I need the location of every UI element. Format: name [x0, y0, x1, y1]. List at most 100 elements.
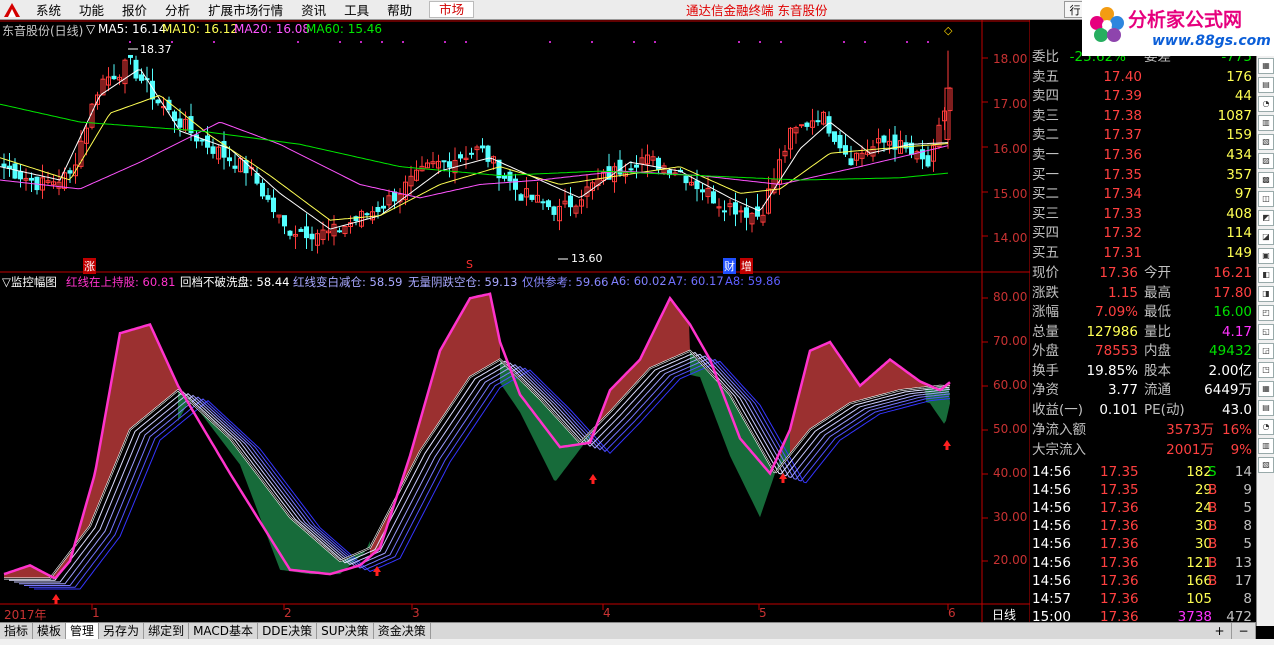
diamond-icon[interactable]: ◇	[944, 24, 952, 37]
candle-body	[628, 168, 634, 171]
order-book-row: 卖二 17.37 159	[1030, 126, 1254, 145]
zoom-in-button[interactable]: +	[1208, 623, 1232, 640]
tab-save-as[interactable]: 另存为	[99, 623, 145, 640]
tab-template[interactable]: 模板	[33, 623, 67, 640]
tick-time: 14:56	[1032, 482, 1071, 499]
candle-body	[155, 99, 161, 104]
low-price-annotation: 13.60	[571, 252, 603, 265]
tool-icon[interactable]: ◰	[1258, 305, 1274, 321]
tool-icon[interactable]: ◔	[1258, 419, 1274, 435]
zoom-out-button[interactable]: −	[1232, 623, 1256, 640]
stat-label: 净资	[1032, 382, 1059, 398]
signal-dot	[591, 41, 593, 43]
ind-tick: 40.00	[993, 466, 1028, 480]
tool-icon[interactable]: ▥	[1258, 115, 1274, 131]
tool-icon[interactable]: ▤	[1258, 400, 1274, 416]
order-price: 17.32	[1103, 225, 1142, 242]
period-button[interactable]: 日线	[992, 606, 1016, 623]
candle-body	[441, 160, 447, 163]
tick-count: 8	[1243, 590, 1252, 607]
ma60-label: MA60: 15.46	[306, 22, 383, 36]
tab-dde[interactable]: DDE决策	[258, 623, 318, 640]
menu-extended-market[interactable]: 扩展市场行情	[199, 0, 292, 19]
menu-function[interactable]: 功能	[70, 0, 113, 19]
candle-body	[722, 210, 727, 213]
s-marker[interactable]: S	[466, 258, 473, 271]
tool-icon[interactable]: ▨	[1258, 153, 1274, 169]
tool-icon[interactable]: ▧	[1258, 457, 1274, 473]
chart-area[interactable]	[0, 20, 1030, 622]
order-volume: 434	[1226, 147, 1252, 163]
tool-icon[interactable]: ◨	[1258, 286, 1274, 302]
tool-icon[interactable]: ▥	[1258, 438, 1274, 454]
stat-label: 涨跌	[1032, 284, 1059, 301]
menu-news[interactable]: 资讯	[292, 0, 335, 19]
tick-time: 14:56	[1032, 464, 1071, 480]
candle-body	[683, 175, 689, 184]
candle-body	[804, 122, 810, 127]
candle-body	[287, 230, 293, 236]
price-tick: 17.00	[993, 97, 1028, 111]
tool-icon[interactable]: ▩	[1258, 172, 1274, 188]
tool-icon[interactable]: ▣	[1258, 248, 1274, 264]
menu-help[interactable]: 帮助	[378, 0, 421, 19]
tool-icon[interactable]: ◱	[1258, 324, 1274, 340]
indicator-menu-icon[interactable]: ▽	[2, 275, 11, 289]
time-month: 6	[948, 606, 956, 620]
tab-fund[interactable]: 资金决策	[374, 623, 431, 640]
tick-volume: 105	[1186, 590, 1212, 607]
tab-macd[interactable]: MACD基本	[189, 623, 259, 640]
candle-body	[568, 195, 573, 208]
tool-icon[interactable]: ◪	[1258, 229, 1274, 245]
order-price: 17.34	[1103, 186, 1142, 203]
order-price: 17.38	[1103, 107, 1142, 124]
tab-sup[interactable]: SUP决策	[317, 623, 374, 640]
candle-body	[210, 146, 216, 154]
tool-icon[interactable]: ◩	[1258, 210, 1274, 226]
menu-analysis[interactable]: 分析	[156, 0, 199, 19]
time-year: 2017年	[4, 608, 47, 622]
tool-icon[interactable]: ▦	[1258, 58, 1274, 74]
limit-up-marker[interactable]: 涨	[83, 258, 96, 274]
tick-price: 17.36	[1100, 590, 1139, 607]
tool-icon[interactable]: ◳	[1258, 362, 1274, 378]
time-month: 2	[284, 606, 292, 620]
tool-icon[interactable]: ▤	[1258, 77, 1274, 93]
order-volume: 97	[1234, 186, 1252, 203]
tool-icon[interactable]: ◫	[1258, 191, 1274, 207]
flow-value: 2001万	[1166, 441, 1214, 458]
order-label: 卖五	[1032, 68, 1059, 85]
tick-price: 17.35	[1100, 464, 1139, 480]
stat-row: 涨幅 7.09% 最低 16.00	[1030, 303, 1254, 322]
ma-line-ma10	[0, 95, 949, 221]
tool-icon[interactable]: ▧	[1258, 134, 1274, 150]
menu-system[interactable]: 系统	[27, 0, 70, 19]
flow-percent: 16%	[1221, 422, 1252, 438]
finance-marker[interactable]: 财	[723, 258, 736, 274]
order-book-row: 买一 17.35 357	[1030, 166, 1254, 185]
ma-menu-icon[interactable]: ▽	[86, 22, 95, 36]
tool-icon[interactable]: ◲	[1258, 343, 1274, 359]
bottom-tab-bar: 指标 模板 管理 另存为 绑定到 MACD基本 DDE决策 SUP决策 资金决策…	[0, 622, 1256, 640]
signal-dot	[843, 41, 845, 43]
order-price: 17.37	[1103, 127, 1142, 144]
order-label: 卖三	[1032, 107, 1059, 124]
candle-body	[29, 177, 34, 181]
price-tick: 16.00	[993, 142, 1028, 156]
tab-manage[interactable]: 管理	[66, 623, 100, 640]
tick-row: 14:56 17.36 121 B 13	[1030, 554, 1254, 573]
tool-icon[interactable]: ◧	[1258, 267, 1274, 283]
menu-tools[interactable]: 工具	[335, 0, 378, 19]
tab-bind-to[interactable]: 绑定到	[144, 623, 190, 640]
market-tab[interactable]: 市场	[429, 1, 475, 18]
candle-body	[848, 158, 854, 166]
watermark-url: www.88gs.com	[1152, 33, 1271, 49]
tool-icon[interactable]: ▦	[1258, 381, 1274, 397]
tab-indicator[interactable]: 指标	[0, 623, 34, 640]
order-price: 17.33	[1103, 205, 1142, 222]
tool-icon[interactable]: ◔	[1258, 96, 1274, 112]
candle-body	[518, 194, 524, 201]
increase-marker[interactable]: 增	[740, 258, 753, 274]
order-book-row: 卖三 17.38 1087	[1030, 107, 1254, 126]
menu-quote[interactable]: 报价	[113, 0, 156, 19]
